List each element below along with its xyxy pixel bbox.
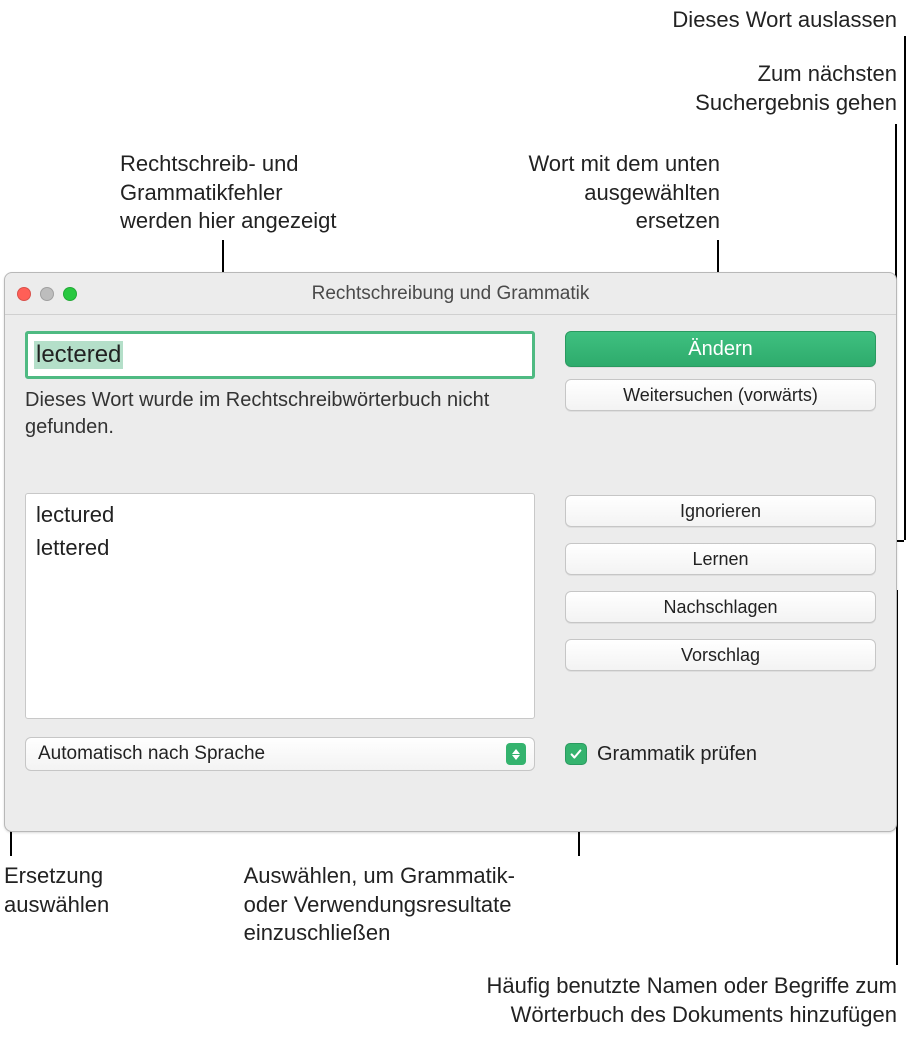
lookup-button[interactable]: Nachschlagen — [565, 591, 876, 623]
list-item[interactable]: lettered — [36, 531, 524, 564]
callout-text: Ersetzung — [4, 862, 109, 891]
callout-text: ersetzen — [528, 207, 720, 236]
callout-text: Häufig benutzte Namen oder Begriffe zum — [487, 972, 898, 1001]
close-icon[interactable] — [17, 287, 31, 301]
misspelled-word-text: lectered — [34, 341, 123, 369]
change-button[interactable]: Ändern — [565, 331, 876, 367]
check-grammar-checkbox[interactable]: Grammatik prüfen — [565, 743, 757, 766]
callout-text: einzuschließen — [244, 919, 515, 948]
callout-text: oder Verwendungsresultate — [244, 891, 515, 920]
callout-text: werden hier angezeigt — [120, 207, 336, 236]
callout-text: Rechtschreib- und — [120, 150, 336, 179]
callout-choose-replacement: Ersetzung auswählen — [4, 862, 109, 919]
spelling-grammar-window: Rechtschreibung und Grammatik lectered D… — [4, 272, 897, 832]
status-message: Dieses Wort wurde im Rechtschreibwörterb… — [25, 387, 535, 441]
callout-skip-word: Dieses Wort auslassen — [672, 6, 897, 35]
callout-text: Zum nächsten — [695, 60, 897, 89]
check-grammar-label: Grammatik prüfen — [597, 743, 757, 766]
callout-add-to-dict: Häufig benutzte Namen oder Begriffe zum … — [487, 972, 898, 1029]
callout-replace-word: Wort mit dem unten ausgewählten ersetzen — [528, 150, 720, 236]
callout-errors-shown: Rechtschreib- und Grammatikfehler werden… — [120, 150, 336, 236]
checkmark-icon — [565, 743, 587, 765]
titlebar: Rechtschreibung und Grammatik — [5, 273, 896, 315]
learn-button[interactable]: Lernen — [565, 543, 876, 575]
window-controls — [17, 287, 77, 301]
window-content: lectered Dieses Wort wurde im Rechtschre… — [5, 315, 896, 791]
minimize-icon — [40, 287, 54, 301]
suggestions-list[interactable]: lectured lettered — [25, 493, 535, 719]
callout-text: auswählen — [4, 891, 109, 920]
callout-text: Wort mit dem unten — [528, 150, 720, 179]
suggest-button[interactable]: Vorschlag — [565, 639, 876, 671]
callout-text: Grammatikfehler — [120, 179, 336, 208]
misspelled-word-field[interactable]: lectered — [25, 331, 535, 379]
language-selected-label: Automatisch nach Sprache — [38, 743, 265, 765]
zoom-icon[interactable] — [63, 287, 77, 301]
callout-text: Auswählen, um Grammatik- — [244, 862, 515, 891]
find-next-button[interactable]: Weitersuchen (vorwärts) — [565, 379, 876, 411]
callout-include-grammar: Auswählen, um Grammatik- oder Verwendung… — [244, 862, 515, 948]
leader-line — [904, 36, 906, 540]
callout-next-result: Zum nächsten Suchergebnis gehen — [695, 60, 897, 117]
language-popup[interactable]: Automatisch nach Sprache — [25, 737, 535, 771]
ignore-button[interactable]: Ignorieren — [565, 495, 876, 527]
list-item[interactable]: lectured — [36, 498, 524, 531]
window-title: Rechtschreibung und Grammatik — [5, 283, 896, 305]
popup-arrows-icon — [506, 743, 526, 765]
callout-text: Wörterbuch des Dokuments hinzufügen — [487, 1001, 898, 1030]
callout-text: Suchergebnis gehen — [695, 89, 897, 118]
callout-text: ausgewählten — [528, 179, 720, 208]
